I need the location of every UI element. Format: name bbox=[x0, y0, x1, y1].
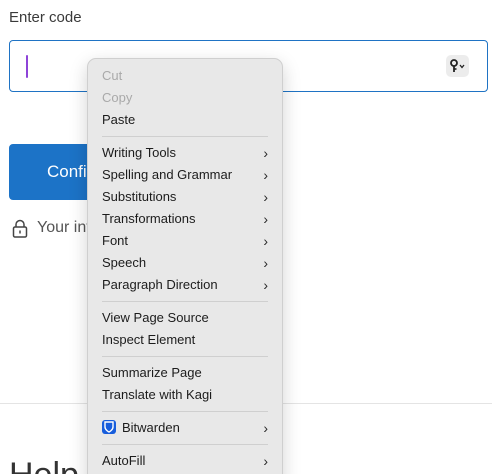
menu-separator bbox=[102, 411, 268, 412]
menu-item-cut: Cut bbox=[102, 68, 123, 83]
password-key-button[interactable] bbox=[446, 55, 469, 77]
menu-item-inspect-element[interactable]: Inspect Element bbox=[88, 329, 282, 351]
menu-item-spelling-grammar[interactable]: Spelling and Grammar › bbox=[88, 164, 282, 186]
menu-item-view-page-source[interactable]: View Page Source bbox=[88, 307, 282, 329]
help-heading: Help bbox=[9, 456, 79, 474]
chevron-right-icon: › bbox=[263, 167, 268, 183]
menu-item-label: Bitwarden bbox=[122, 420, 180, 435]
text-caret bbox=[26, 55, 28, 78]
key-icon bbox=[449, 59, 465, 72]
menu-separator bbox=[102, 356, 268, 357]
menu-item-label: Transformations bbox=[102, 211, 196, 226]
menu-item-font[interactable]: Font › bbox=[88, 230, 282, 252]
menu-separator bbox=[102, 301, 268, 302]
chevron-right-icon: › bbox=[263, 211, 268, 227]
menu-item-summarize-page[interactable]: Summarize Page bbox=[88, 362, 282, 384]
menu-item-label: Spelling and Grammar bbox=[102, 167, 233, 182]
chevron-right-icon: › bbox=[263, 255, 268, 271]
menu-separator bbox=[102, 444, 268, 445]
menu-separator bbox=[102, 136, 268, 137]
chevron-right-icon: › bbox=[263, 233, 268, 249]
confirm-button-label: Confi bbox=[47, 162, 87, 181]
menu-item-paragraph-direction[interactable]: Paragraph Direction › bbox=[88, 274, 282, 296]
chevron-right-icon: › bbox=[263, 145, 268, 161]
menu-item-label: Speech bbox=[102, 255, 147, 270]
menu-item-label: Font bbox=[102, 233, 129, 248]
lock-icon bbox=[12, 219, 28, 238]
menu-item-copy: Copy bbox=[102, 90, 133, 105]
menu-item-autofill[interactable]: AutoFill › bbox=[88, 450, 282, 472]
menu-item-writing-tools[interactable]: Writing Tools › bbox=[88, 142, 282, 164]
menu-item-translate-kagi[interactable]: Translate with Kagi bbox=[88, 384, 282, 406]
chevron-right-icon: › bbox=[263, 453, 268, 469]
chevron-right-icon: › bbox=[263, 420, 268, 436]
menu-item-paste[interactable]: Paste bbox=[88, 109, 282, 131]
bitwarden-shield-icon bbox=[102, 420, 116, 434]
menu-item-label: Substitutions bbox=[102, 189, 177, 204]
chevron-right-icon: › bbox=[263, 189, 268, 205]
menu-item-substitutions[interactable]: Substitutions › bbox=[88, 186, 282, 208]
menu-item-bitwarden[interactable]: Bitwarden › bbox=[88, 417, 282, 439]
chevron-right-icon: › bbox=[263, 277, 268, 293]
context-menu: Cut Copy Paste Writing Tools › Spelling … bbox=[87, 58, 283, 474]
menu-item-label: AutoFill bbox=[102, 453, 146, 468]
menu-item-label: Paragraph Direction bbox=[102, 277, 218, 292]
menu-item-label: Writing Tools bbox=[102, 145, 176, 160]
enter-code-label: Enter code bbox=[9, 9, 82, 26]
menu-item-speech[interactable]: Speech › bbox=[88, 252, 282, 274]
menu-item-transformations[interactable]: Transformations › bbox=[88, 208, 282, 230]
